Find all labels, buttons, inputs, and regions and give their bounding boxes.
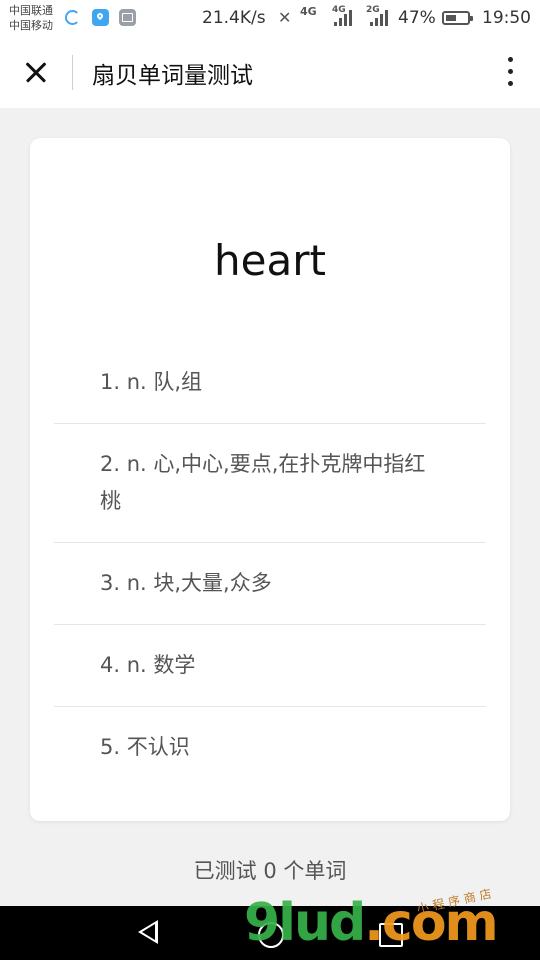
answer-options: 1. n. 队,组 2. n. 心,中心,要点,在扑克牌中指红桃 3. n. 块… <box>54 342 486 788</box>
progress-text: 已测试 0 个单词 <box>193 859 347 883</box>
location-app-icon <box>92 9 109 26</box>
mute-icon: ✕ <box>278 8 292 27</box>
title-divider <box>72 55 73 90</box>
close-icon[interactable] <box>18 54 54 90</box>
carrier-labels: 中国联通 中国移动 <box>9 3 53 33</box>
back-icon[interactable] <box>138 920 158 944</box>
quiz-word: heart <box>214 236 326 285</box>
answer-option-5[interactable]: 5. 不认识 <box>54 707 486 788</box>
signal-bars-2-icon <box>370 10 390 26</box>
clock: 19:50 <box>482 8 531 28</box>
page-title: 扇贝单词量测试 <box>92 63 253 89</box>
battery-icon <box>442 11 473 25</box>
status-bar: 中国联通 中国移动 21.4K/s ✕ 4G 4G 2G 47% 19:50 <box>0 0 540 36</box>
title-bar: 扇贝单词量测试 <box>0 36 540 108</box>
net-type-4g-a: 4G <box>300 5 317 18</box>
answer-option-1[interactable]: 1. n. 队,组 <box>54 342 486 424</box>
carrier-2: 中国移动 <box>9 19 53 32</box>
quiz-card: heart 1. n. 队,组 2. n. 心,中心,要点,在扑克牌中指红桃 3… <box>30 138 510 821</box>
loading-circle-icon <box>65 10 80 25</box>
answer-option-3[interactable]: 3. n. 块,大量,众多 <box>54 543 486 625</box>
signal-bars-icon <box>334 10 354 26</box>
battery-percent: 47% <box>398 8 436 28</box>
more-options-icon[interactable] <box>504 54 518 90</box>
answer-option-2[interactable]: 2. n. 心,中心,要点,在扑克牌中指红桃 <box>54 424 486 543</box>
net-speed: 21.4K/s <box>202 8 266 28</box>
gallery-icon <box>119 9 136 26</box>
carrier-1: 中国联通 <box>9 4 53 17</box>
answer-option-4[interactable]: 4. n. 数学 <box>54 625 486 707</box>
watermark-brand: 9lud <box>244 893 366 953</box>
